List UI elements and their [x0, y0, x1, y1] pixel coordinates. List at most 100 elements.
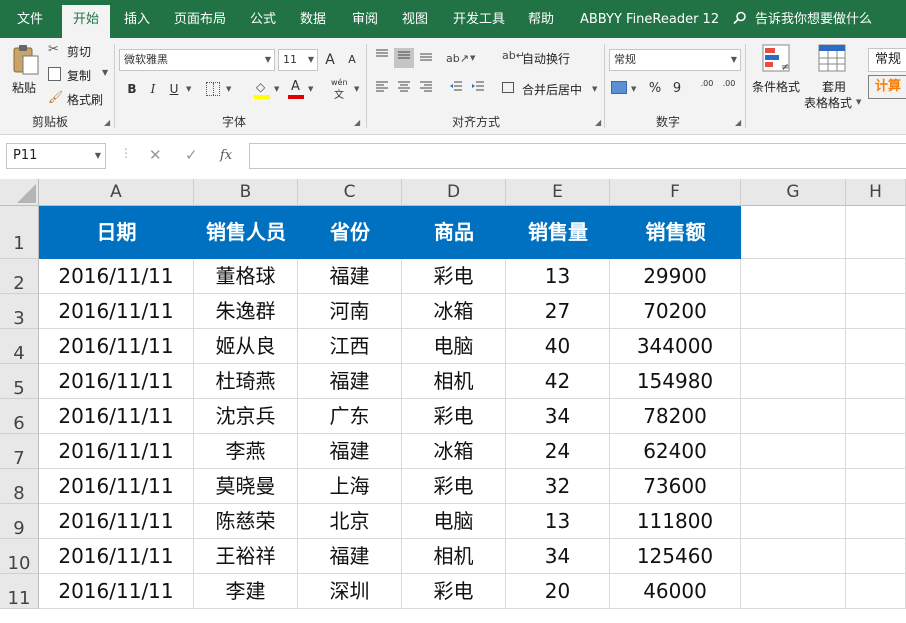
enter-icon[interactable]: ✓ [185, 146, 198, 164]
table-cell[interactable]: 彩电 [402, 399, 506, 434]
increase-decimal-button[interactable]: .00 [697, 79, 717, 99]
select-all-corner[interactable] [0, 179, 39, 206]
chevron-down-icon[interactable]: ▼ [470, 54, 475, 62]
table-cell[interactable]: 福建 [298, 539, 402, 574]
column-header-b[interactable]: B [194, 179, 298, 206]
empty-cell[interactable] [846, 399, 906, 434]
decrease-decimal-button[interactable]: .00 [719, 79, 739, 99]
table-cell[interactable]: 莫晓曼 [194, 469, 298, 504]
decrease-indent-button[interactable] [446, 79, 466, 99]
table-cell[interactable]: 董格球 [194, 259, 298, 294]
cell-style-calc[interactable]: 计算 [868, 75, 906, 99]
empty-cell[interactable] [846, 206, 906, 259]
empty-cell[interactable] [846, 259, 906, 294]
empty-cell[interactable] [741, 364, 846, 399]
table-cell[interactable]: 20 [506, 574, 610, 609]
format-as-table-button[interactable]: 套用 表格格式 ▼ [804, 42, 866, 112]
table-cell[interactable]: 江西 [298, 329, 402, 364]
table-cell[interactable]: 2016/11/11 [39, 364, 194, 399]
increase-indent-button[interactable] [468, 79, 488, 99]
table-header-cell[interactable]: 销售额 [610, 206, 741, 259]
table-cell[interactable]: 2016/11/11 [39, 294, 194, 329]
table-cell[interactable]: 彩电 [402, 574, 506, 609]
table-cell[interactable]: 李建 [194, 574, 298, 609]
number-launcher-icon[interactable]: ◢ [735, 118, 741, 127]
bold-button[interactable]: B [122, 79, 142, 99]
table-cell[interactable]: 154980 [610, 364, 741, 399]
chevron-down-icon[interactable]: ▼ [274, 85, 279, 93]
chevron-down-icon[interactable]: ▼ [186, 85, 191, 93]
table-cell[interactable]: 福建 [298, 364, 402, 399]
table-cell[interactable]: 杜琦燕 [194, 364, 298, 399]
table-cell[interactable]: 相机 [402, 539, 506, 574]
table-cell[interactable]: 2016/11/11 [39, 539, 194, 574]
table-cell[interactable]: 彩电 [402, 469, 506, 504]
table-cell[interactable]: 朱逸群 [194, 294, 298, 329]
table-cell[interactable]: 13 [506, 259, 610, 294]
cancel-icon[interactable]: ✕ [149, 146, 162, 164]
table-cell[interactable]: 2016/11/11 [39, 434, 194, 469]
table-cell[interactable]: 相机 [402, 364, 506, 399]
copy-dropdown-icon[interactable]: ▼ [102, 68, 108, 77]
number-format-select[interactable]: 常规 ▼ [609, 49, 741, 71]
table-cell[interactable]: 46000 [610, 574, 741, 609]
row-header-6[interactable]: 6 [0, 399, 39, 434]
column-header-h[interactable]: H [846, 179, 906, 206]
table-cell[interactable]: 姬从良 [194, 329, 298, 364]
chevron-down-icon[interactable]: ▼ [308, 85, 313, 93]
table-cell[interactable]: 2016/11/11 [39, 504, 194, 539]
empty-cell[interactable] [846, 364, 906, 399]
row-header-5[interactable]: 5 [0, 364, 39, 399]
table-cell[interactable]: 电脑 [402, 504, 506, 539]
empty-cell[interactable] [741, 259, 846, 294]
table-header-cell[interactable]: 省份 [298, 206, 402, 259]
increase-font-size-button[interactable]: A [320, 50, 340, 70]
empty-cell[interactable] [846, 504, 906, 539]
table-cell[interactable]: 2016/11/11 [39, 469, 194, 504]
chevron-down-icon[interactable]: ▼ [226, 85, 231, 93]
empty-cell[interactable] [741, 206, 846, 259]
table-cell[interactable]: 27 [506, 294, 610, 329]
clipboard-launcher-icon[interactable]: ◢ [104, 118, 110, 127]
row-header-7[interactable]: 7 [0, 434, 39, 469]
align-left-button[interactable] [372, 79, 392, 99]
formula-input[interactable] [249, 143, 906, 169]
comma-style-button[interactable]: 9 [667, 79, 687, 99]
paste-button[interactable]: 粘贴 [8, 42, 44, 98]
table-cell[interactable]: 73600 [610, 469, 741, 504]
row-header-8[interactable]: 8 [0, 469, 39, 504]
table-header-cell[interactable]: 销售量 [506, 206, 610, 259]
borders-button[interactable] [206, 82, 220, 96]
row-header-11[interactable]: 11 [0, 574, 39, 609]
wrap-text-button[interactable]: ab↵ 自动换行 [502, 48, 582, 68]
table-cell[interactable]: 62400 [610, 434, 741, 469]
table-header-cell[interactable]: 日期 [39, 206, 194, 259]
empty-cell[interactable] [741, 574, 846, 609]
table-cell[interactable]: 电脑 [402, 329, 506, 364]
row-header-4[interactable]: 4 [0, 329, 39, 364]
align-center-button[interactable] [394, 79, 414, 99]
row-header-10[interactable]: 10 [0, 539, 39, 574]
tab-insert[interactable]: 插入 [124, 0, 150, 38]
row-header-1[interactable]: 1 [0, 206, 39, 259]
table-cell[interactable]: 111800 [610, 504, 741, 539]
table-cell[interactable]: 2016/11/11 [39, 574, 194, 609]
table-cell[interactable]: 42 [506, 364, 610, 399]
table-cell[interactable]: 24 [506, 434, 610, 469]
tab-abbyy[interactable]: ABBYY FineReader 12 [580, 0, 719, 38]
empty-cell[interactable] [741, 504, 846, 539]
table-cell[interactable]: 冰箱 [402, 294, 506, 329]
table-cell[interactable]: 70200 [610, 294, 741, 329]
empty-cell[interactable] [741, 434, 846, 469]
fill-color-button[interactable]: ◇ [254, 80, 270, 100]
cell-style-normal[interactable]: 常规 [868, 48, 906, 72]
empty-cell[interactable] [846, 294, 906, 329]
table-cell[interactable]: 河南 [298, 294, 402, 329]
column-header-c[interactable]: C [298, 179, 402, 206]
font-name-select[interactable]: 微软雅黑 ▼ [119, 49, 275, 71]
chevron-down-icon[interactable]: ▼ [354, 85, 359, 93]
empty-cell[interactable] [741, 294, 846, 329]
tab-developer[interactable]: 开发工具 [453, 0, 505, 38]
row-header-9[interactable]: 9 [0, 504, 39, 539]
table-cell[interactable]: 40 [506, 329, 610, 364]
